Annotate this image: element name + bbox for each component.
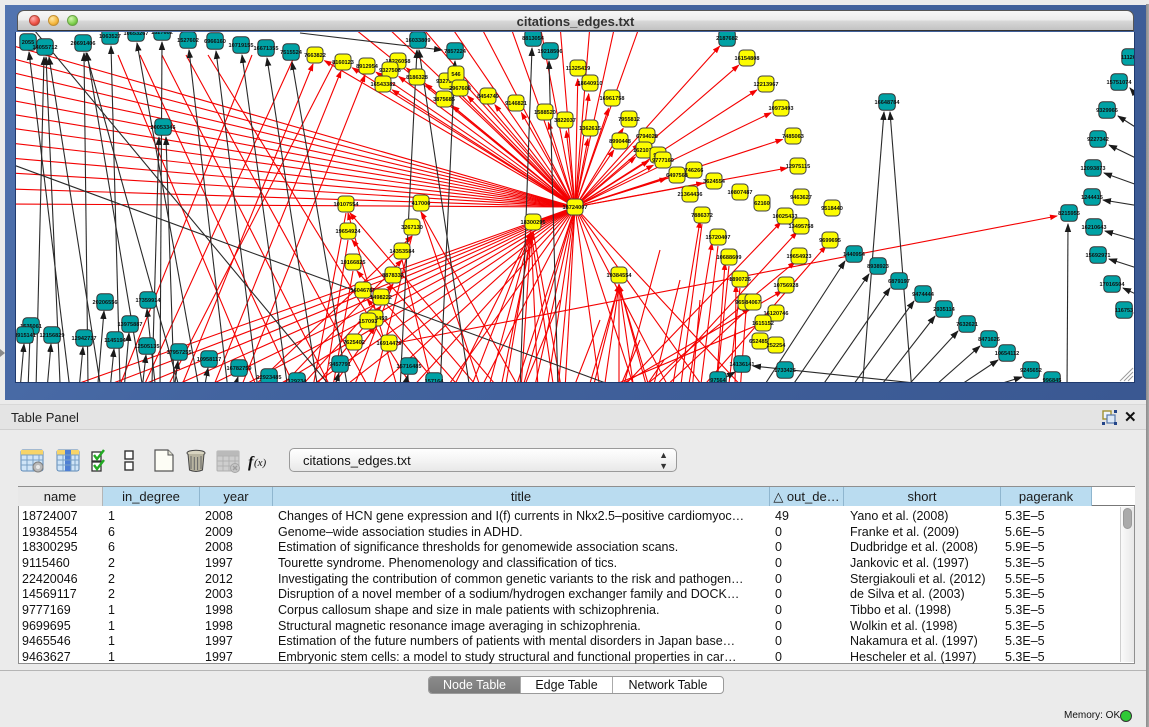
- svg-text:111264: 111264: [1121, 55, 1134, 61]
